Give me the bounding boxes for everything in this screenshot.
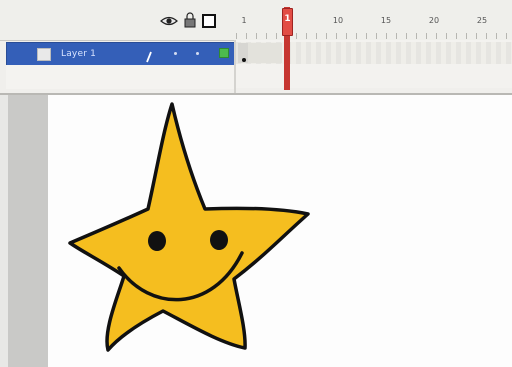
- star-graphic[interactable]: [0, 0, 512, 367]
- star-left-eye: [148, 231, 166, 251]
- star-right-eye: [210, 230, 228, 250]
- star-body[interactable]: [68, 102, 310, 352]
